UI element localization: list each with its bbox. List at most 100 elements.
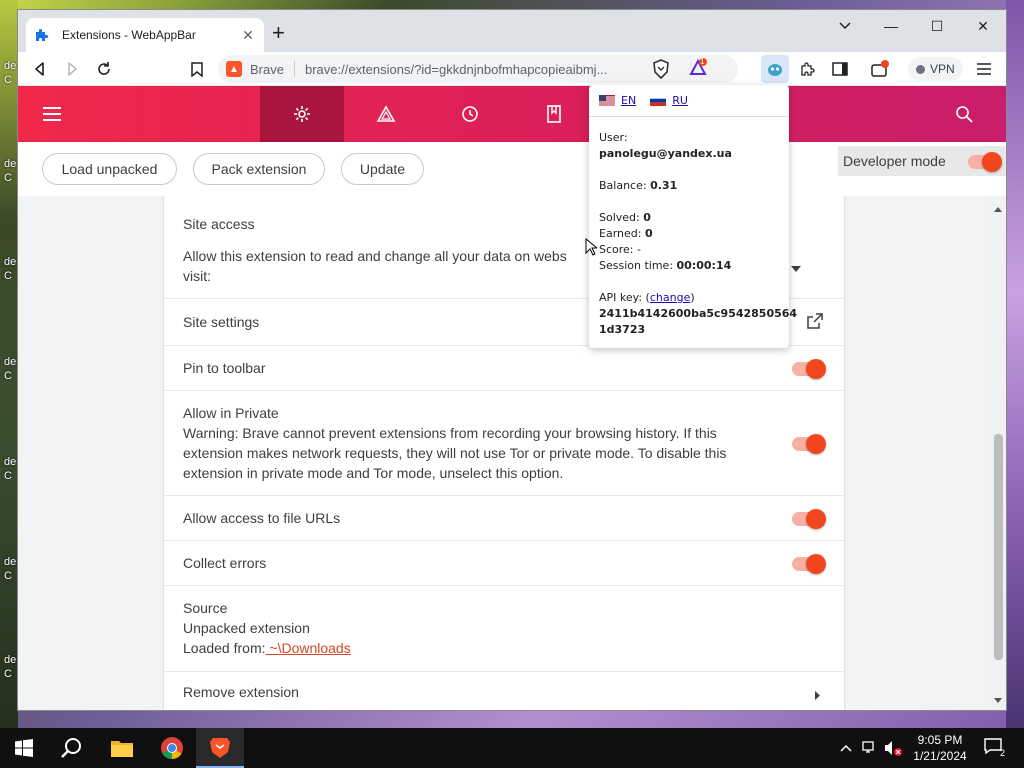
score: Score: - — [599, 243, 641, 256]
developer-mode-control: Developer mode — [838, 146, 1006, 176]
site-identity[interactable]: ▲ Brave — [226, 61, 295, 77]
desktop-icon-label[interactable]: de — [4, 158, 16, 170]
pack-extension-button[interactable]: Pack extension — [193, 153, 325, 185]
collect-errors-label: Collect errors — [183, 555, 267, 571]
site-label: Brave — [250, 61, 284, 77]
scrollbar-thumb[interactable] — [994, 434, 1003, 660]
rewards-triangle-icon[interactable] — [344, 86, 428, 142]
back-icon[interactable] — [26, 55, 54, 83]
desktop-icon-label[interactable]: de — [4, 654, 16, 666]
solved-label: Solved: — [599, 211, 640, 224]
file-urls-row: Allow access to file URLs — [164, 496, 844, 541]
vpn-label: VPN — [930, 62, 955, 76]
earned-label: Earned: — [599, 227, 642, 240]
pin-to-toolbar-row: Pin to toolbar — [164, 346, 844, 391]
tab-close-icon[interactable]: ✕ — [240, 27, 256, 44]
desktop-icon-label[interactable]: C — [4, 470, 12, 482]
balance: Balance: 0.31 — [599, 179, 677, 192]
session-time-value: 00:00:14 — [676, 259, 732, 272]
open-external-icon[interactable] — [807, 313, 823, 332]
brave-rewards-icon[interactable] — [688, 58, 708, 78]
settings-gear-icon[interactable] — [260, 86, 344, 142]
site-access-description: Allow this extension to read and change … — [183, 248, 567, 264]
sidebar-icon[interactable] — [826, 55, 854, 83]
brave-taskbar-icon[interactable] — [196, 728, 244, 768]
desktop-icon-label[interactable]: C — [4, 668, 12, 680]
tab-extensions[interactable]: Extensions - WebAppBar ✕ — [26, 18, 264, 52]
developer-mode-label: Developer mode — [843, 153, 946, 169]
api-key-value-2: 1d3723 — [599, 323, 646, 336]
maximize-button[interactable]: ☐ — [914, 10, 960, 42]
desktop-icon-label[interactable]: de — [4, 60, 16, 72]
allow-private-warning-2: extension makes network requests, they w… — [183, 445, 727, 461]
notification-count: 2 — [1000, 748, 1006, 758]
chrome-icon[interactable] — [148, 728, 196, 768]
system-clock[interactable]: 9:05 PM 1/21/2024 — [904, 732, 976, 764]
language-ru-link[interactable]: RU — [650, 94, 688, 107]
search-taskbar-icon[interactable] — [48, 728, 96, 768]
desktop-icon-label[interactable]: de — [4, 256, 16, 268]
desktop-icon-label[interactable]: de — [4, 556, 16, 568]
source-title: Source — [183, 600, 228, 616]
desktop-icon-label[interactable]: C — [4, 270, 12, 282]
brave-shields-icon[interactable] — [652, 59, 670, 80]
brave-logo-icon: ▲ — [226, 61, 242, 77]
search-icon[interactable] — [934, 86, 994, 142]
history-icon[interactable] — [428, 86, 512, 142]
bookmark-icon[interactable] — [183, 55, 211, 83]
api-key-change-link[interactable]: change — [650, 291, 690, 304]
mouse-cursor-icon — [585, 238, 597, 256]
file-explorer-icon[interactable] — [98, 728, 146, 768]
scroll-up-icon[interactable] — [994, 200, 1002, 215]
desktop-icon-label[interactable]: C — [4, 172, 12, 184]
vpn-button[interactable]: VPN — [908, 57, 963, 81]
volume-muted-icon[interactable] — [884, 740, 902, 759]
collect-errors-toggle[interactable] — [792, 554, 826, 574]
desktop-icon-label[interactable]: C — [4, 570, 12, 582]
reload-icon[interactable] — [90, 55, 118, 83]
solved-value: 0 — [643, 211, 651, 224]
browser-toolbar: ▲ Brave brave://extensions/?id=gkkdnjnbo… — [18, 52, 1006, 86]
desktop-icon-label[interactable]: de — [4, 356, 16, 368]
site-access-dropdown-chevron-icon[interactable] — [790, 260, 802, 276]
allow-private-toggle[interactable] — [792, 434, 826, 454]
loaded-from: Loaded from: ~\Downloads — [183, 640, 351, 656]
us-flag-icon — [599, 95, 615, 106]
extensions-puzzle-icon[interactable] — [794, 55, 822, 83]
network-icon[interactable] — [862, 740, 878, 757]
update-button[interactable]: Update — [341, 153, 424, 185]
new-tab-icon[interactable]: + — [272, 22, 285, 44]
hamburger-menu-icon[interactable] — [18, 86, 86, 142]
desktop-icon-label[interactable]: C — [4, 74, 12, 86]
developer-mode-toggle[interactable] — [968, 152, 1002, 172]
loaded-from-path-link[interactable]: ~\Downloads — [266, 640, 350, 656]
clock-date: 1/21/2024 — [913, 749, 967, 763]
windows-start-icon[interactable] — [0, 728, 48, 768]
file-urls-label: Allow access to file URLs — [183, 510, 341, 526]
forward-icon[interactable] — [58, 55, 86, 83]
bookmarks-icon[interactable] — [512, 86, 596, 142]
pin-to-toolbar-toggle[interactable] — [792, 359, 826, 379]
desktop-right-strip — [1006, 0, 1024, 730]
tab-search-chevron-icon[interactable] — [822, 10, 868, 42]
load-unpacked-button[interactable]: Load unpacked — [42, 153, 177, 185]
language-en-link[interactable]: EN — [599, 94, 636, 107]
remove-extension-row[interactable]: Remove extension — [164, 672, 844, 710]
scroll-down-icon[interactable] — [994, 691, 1002, 706]
tray-chevron-up-icon[interactable] — [840, 740, 852, 755]
close-window-button[interactable]: ✕ — [960, 10, 1006, 42]
brave-wallet-icon[interactable] — [866, 55, 894, 83]
file-urls-toggle[interactable] — [792, 509, 826, 529]
captcha-extension-icon[interactable] — [761, 55, 789, 83]
desktop-icon-label[interactable]: C — [4, 370, 12, 382]
scrollbar[interactable] — [990, 196, 1006, 710]
browser-window: Extensions - WebAppBar ✕ + — ☐ ✕ ▲ Brave — [18, 10, 1006, 710]
api-key-close-paren: ) — [690, 291, 695, 304]
language-en-label: EN — [621, 94, 637, 107]
minimize-button[interactable]: — — [868, 10, 914, 42]
user-label: User: — [599, 131, 628, 144]
menu-hamburger-icon[interactable] — [970, 55, 998, 83]
desktop-icon-label[interactable]: de — [4, 456, 16, 468]
user-email: panolegu@yandex.ua — [599, 147, 732, 160]
session-time: Session time: 00:00:14 — [599, 259, 731, 272]
